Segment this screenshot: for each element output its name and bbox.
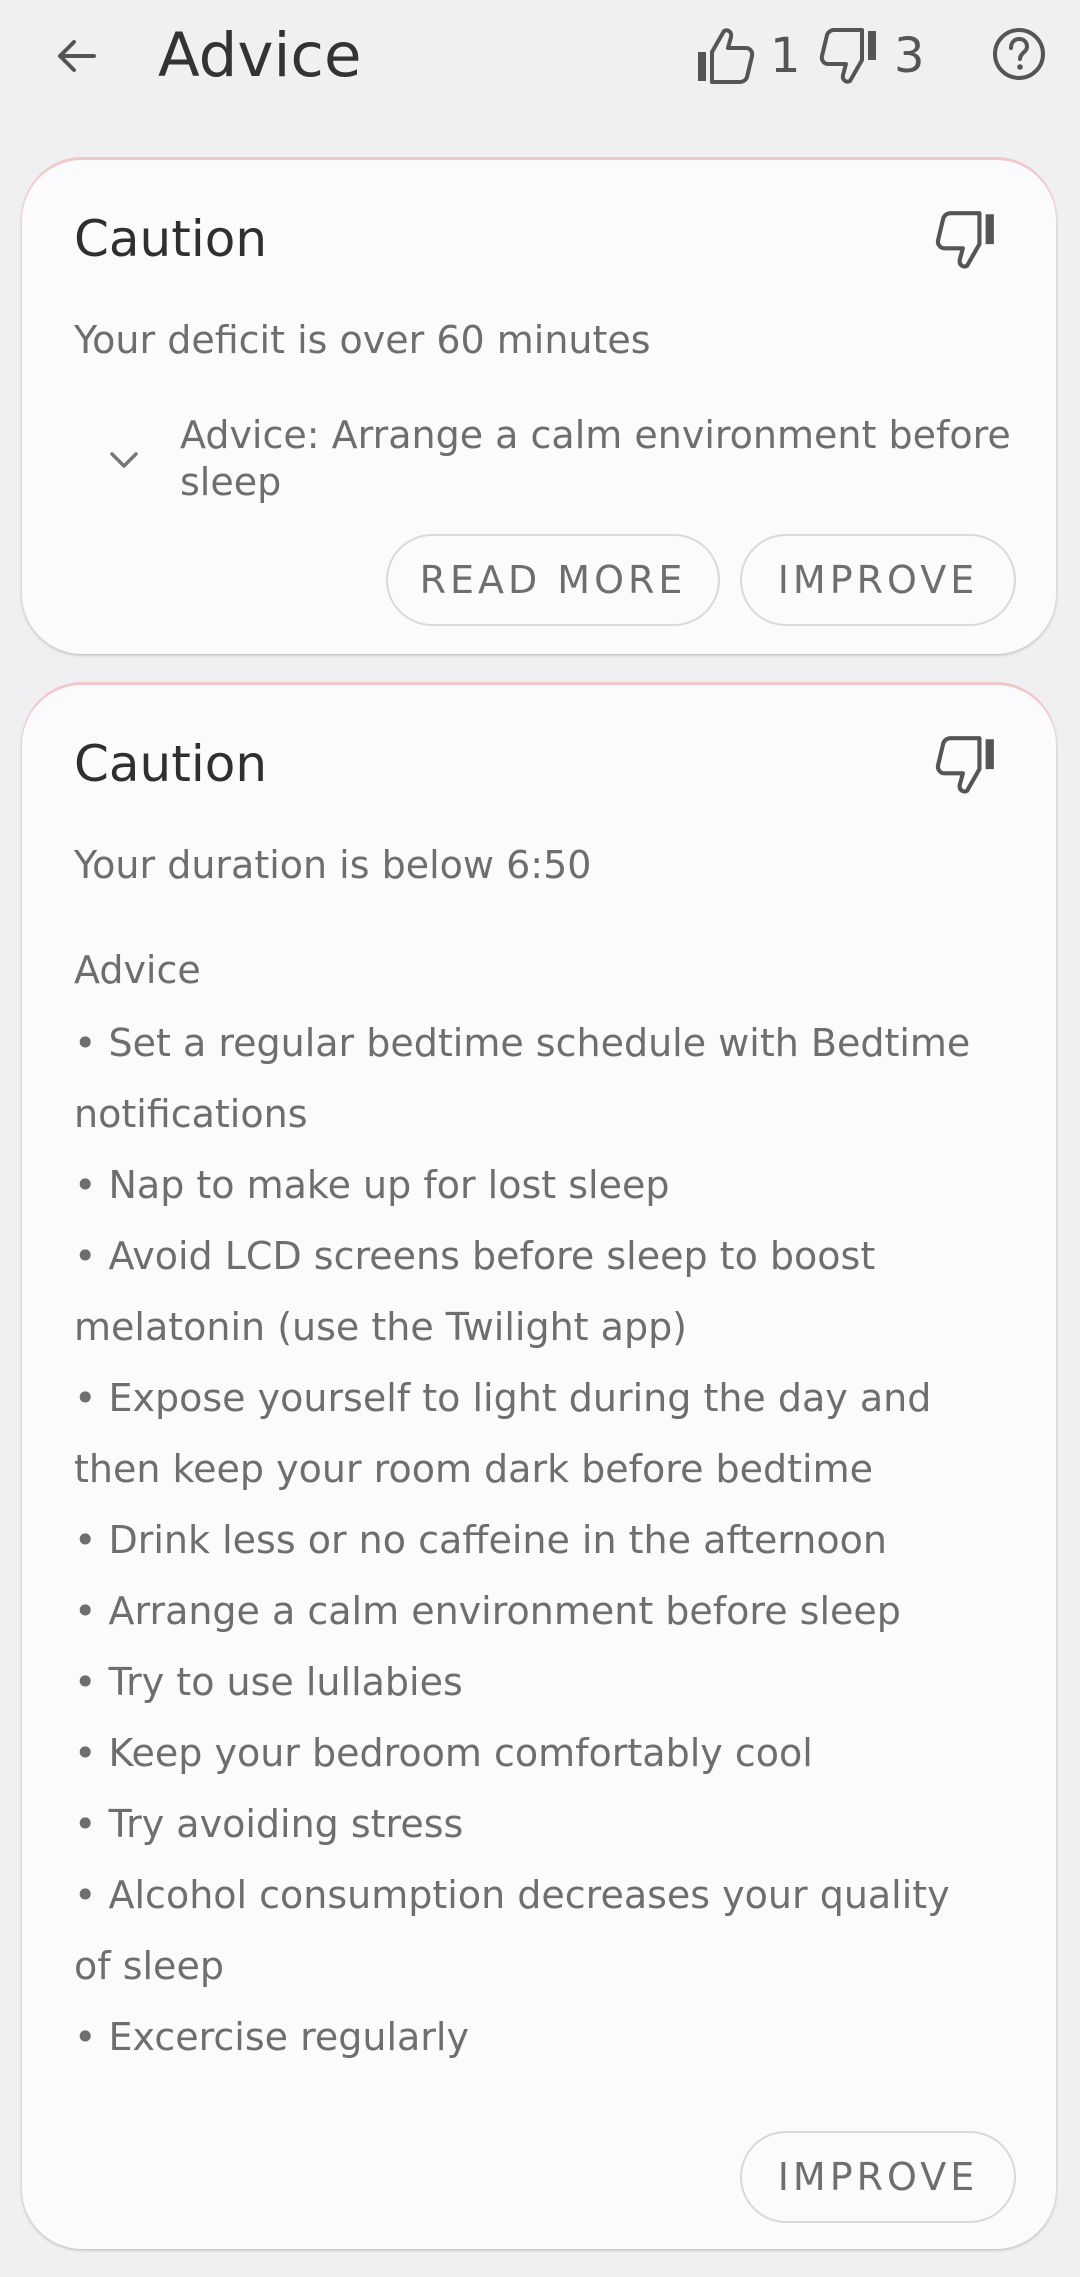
list-item: • Alcohol consumption decreases your qua… [74,1873,950,1988]
improve-button[interactable]: IMPROVE [740,534,1016,626]
list-item: • Keep your bedroom comfortably cool [74,1731,813,1775]
app-bar: Advice 1 3 [0,0,1080,112]
help-icon [993,28,1045,80]
thumbs-down-icon[interactable] [934,208,998,272]
list-item: • Expose yourself to light during the da… [74,1376,932,1491]
dislikes-count: 3 [894,28,925,84]
dislikes-counter[interactable]: 3 [818,20,925,92]
page-title: Advice [158,20,362,91]
card-description: Your duration is below 6:50 [74,843,592,887]
list-item: • Try avoiding stress [74,1802,464,1846]
likes-count: 1 [770,28,801,84]
card-title: Caution [74,210,268,268]
card-description: Your deficit is over 60 minutes [74,318,651,362]
advice-text: Advice: Arrange a calm environment befor… [180,413,1011,504]
list-item: • Nap to make up for lost sleep [74,1163,670,1207]
list-item: • Set a regular bedtime schedule with Be… [74,1021,971,1136]
list-item: • Try to use lullabies [74,1660,463,1704]
chevron-down-icon [110,452,138,468]
thumbs-down-icon[interactable] [934,733,998,797]
read-more-button[interactable]: READ MORE [386,534,720,626]
card-title: Caution [74,735,268,793]
advice-card: Caution Your deficit is over 60 minutes … [22,160,1056,654]
advice-card: Caution Your duration is below 6:50 Advi… [22,685,1056,2249]
list-item: • Avoid LCD screens before sleep to boos… [74,1234,876,1349]
back-arrow-icon [58,40,96,72]
improve-button[interactable]: IMPROVE [740,2131,1016,2223]
list-item: • Arrange a calm environment before slee… [74,1589,901,1633]
advice-list: Advice • Set a regular bedtime schedule … [74,935,974,2073]
thumbs-down-icon [819,28,876,84]
advice-heading: Advice [74,948,201,992]
thumbs-up-icon [698,28,755,84]
list-item: • Drink less or no caffeine in the after… [74,1518,887,1562]
list-item: • Excercise regularly [74,2015,469,2059]
help-button[interactable] [987,22,1051,86]
back-button[interactable] [44,24,108,88]
likes-counter[interactable]: 1 [694,20,801,92]
